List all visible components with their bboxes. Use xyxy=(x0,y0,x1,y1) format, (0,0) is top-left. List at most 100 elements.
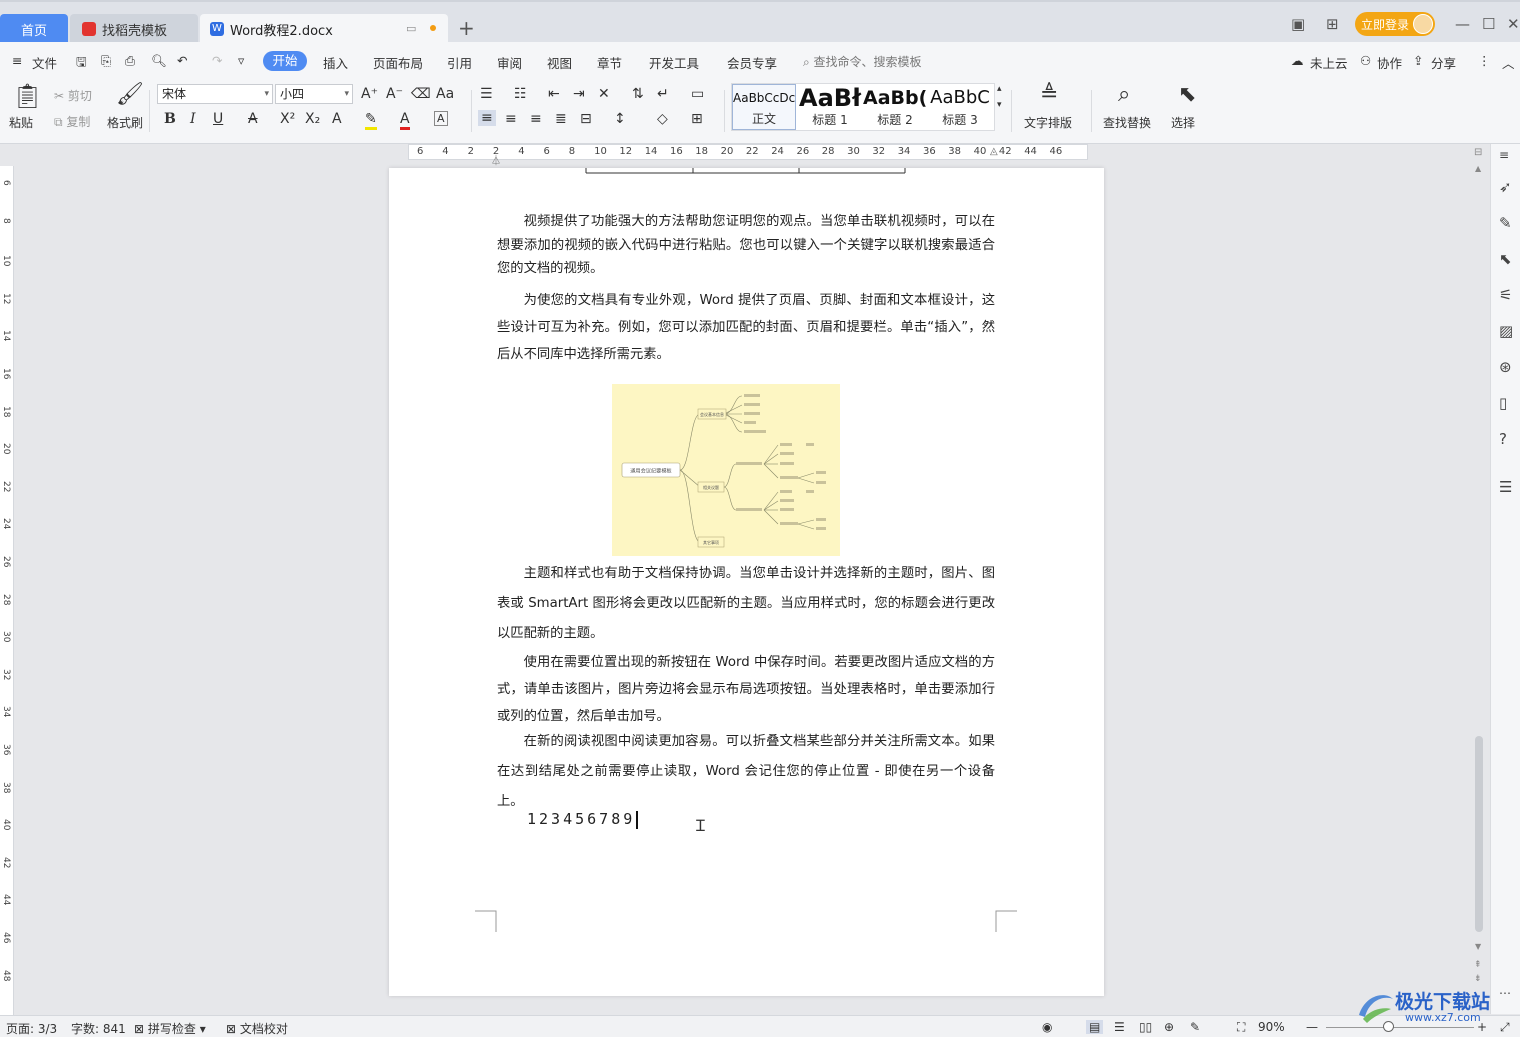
table-lines-icon[interactable]: ▭ xyxy=(691,86,704,102)
select-button[interactable]: 选择 xyxy=(1171,114,1195,131)
prev-page-icon[interactable]: ⇞ xyxy=(1474,960,1482,970)
apps-grid-icon[interactable]: ⊞ xyxy=(1326,15,1339,33)
doc-proof-button[interactable]: ⊠ 文档校对 xyxy=(226,1020,288,1037)
sort-icon[interactable]: ⇅ xyxy=(632,86,644,102)
menu-tab-review[interactable]: 审阅 xyxy=(497,53,522,72)
style-heading2[interactable]: AaBb( 标题 2 xyxy=(863,84,927,130)
login-button[interactable]: 立即登录 xyxy=(1355,12,1435,36)
indent-marker-icon[interactable]: ⏃ xyxy=(491,152,501,167)
underline-icon[interactable]: U xyxy=(213,111,223,127)
location-icon[interactable]: ⊛ xyxy=(1499,358,1512,376)
style-scroll-down-icon[interactable]: ▾ xyxy=(997,100,1002,110)
help-icon[interactable]: ? xyxy=(1499,430,1507,448)
char-border-icon[interactable]: A xyxy=(434,111,448,126)
new-tab-button[interactable]: + xyxy=(458,16,475,40)
toc-icon[interactable]: ☰ xyxy=(1499,478,1512,496)
horizontal-ruler[interactable]: 6 4 2 2 4 6 8 10 12 14 16 18 20 22 24 26 28 30 32 34 36 38 40 4… xyxy=(0,144,1490,167)
share-icon[interactable]: ⇪ xyxy=(1413,53,1423,68)
fit-page-icon[interactable]: ⛶ xyxy=(1237,1020,1245,1035)
style-heading1[interactable]: AaBł 标题 1 xyxy=(798,84,862,130)
decrease-indent-icon[interactable]: ⇤ xyxy=(548,86,560,102)
rocket-icon[interactable]: ➶ xyxy=(1499,178,1512,196)
outline-view-icon[interactable]: ☰ xyxy=(1114,1020,1125,1034)
scrollbar-thumb[interactable] xyxy=(1475,736,1483,932)
menu-tab-chapter[interactable]: 章节 xyxy=(597,53,622,72)
redo-icon[interactable]: ↷ xyxy=(212,53,222,68)
undo-icon[interactable]: ↶ xyxy=(177,53,187,68)
paragraph-3[interactable]: 主题和样式也有助于文档保持协调。当您单击设计并选择新的主题时，图片、图表或 Sm… xyxy=(497,559,995,649)
eye-protect-icon[interactable]: ◉ xyxy=(1042,1020,1052,1034)
menu-tab-devtools[interactable]: 开发工具 xyxy=(649,53,699,72)
font-size-select[interactable]: 小四 xyxy=(275,84,353,104)
paragraph-5[interactable]: 在新的阅读视图中阅读更加容易。可以折叠文档某些部分并关注所需文本。如果在达到结尾… xyxy=(497,727,995,817)
menu-tab-start[interactable]: 开始 xyxy=(263,51,307,71)
shading-icon[interactable]: ◇ xyxy=(657,111,668,127)
menu-tab-view[interactable]: 视图 xyxy=(547,53,572,72)
subscript-icon[interactable]: X₂ xyxy=(305,111,320,127)
cloud-status[interactable]: 未上云 xyxy=(1310,53,1348,72)
format-painter-icon[interactable]: 🖌︎ xyxy=(116,82,144,107)
minimize-icon[interactable]: — xyxy=(1455,15,1470,33)
highlight-icon[interactable]: ✎ xyxy=(365,111,377,130)
scroll-up-icon[interactable]: ▲ xyxy=(1475,164,1481,173)
monitor-icon[interactable]: ▭ xyxy=(406,22,416,35)
web-view-icon[interactable]: ⊕ xyxy=(1164,1020,1174,1034)
collab-icon[interactable]: ⚇ xyxy=(1360,53,1371,68)
superscript-icon[interactable]: X² xyxy=(280,111,295,127)
menu-tab-references[interactable]: 引用 xyxy=(447,53,472,72)
font-color-icon[interactable]: A xyxy=(400,111,410,130)
menu-file[interactable]: 文件 xyxy=(32,53,57,72)
style-heading3[interactable]: AaBbC 标题 3 xyxy=(928,84,992,130)
numbered-list-icon[interactable]: ☷ xyxy=(514,86,527,102)
align-right-icon[interactable]: ≡ xyxy=(530,111,542,127)
paragraph-1[interactable]: 视频提供了功能强大的方法帮助您证明您的观点。当您单击联机视频时，可以在想要添加的… xyxy=(497,210,995,281)
text-effect-icon[interactable]: A xyxy=(332,111,342,127)
pen-icon[interactable]: ✎ xyxy=(1499,214,1512,232)
italic-icon[interactable]: I xyxy=(190,111,196,127)
cut-button[interactable]: ✂ 剪切 xyxy=(54,87,92,104)
more-icon[interactable]: ⋮ xyxy=(1478,53,1491,68)
cursor-icon[interactable]: ⬉ xyxy=(1499,250,1512,268)
writing-mode-icon[interactable]: ✎ xyxy=(1190,1020,1200,1034)
tab-home[interactable]: 首页 xyxy=(0,14,68,44)
text-layout-icon[interactable]: ≜ xyxy=(1040,82,1058,107)
copy-button[interactable]: ⧉ 复制 xyxy=(54,113,90,130)
paste-icon[interactable]: 📋︎ xyxy=(12,82,42,110)
find-icon[interactable]: ⌕ xyxy=(1118,82,1130,107)
paragraph-4[interactable]: 使用在需要位置出现的新按钮在 Word 中保存时间。若要更改图片适应文档的方式，… xyxy=(497,649,995,730)
collab-button[interactable]: 协作 xyxy=(1377,53,1402,72)
text-layout-button[interactable]: 文字排版 xyxy=(1024,114,1072,131)
share-button[interactable]: 分享 xyxy=(1431,53,1456,72)
vertical-scrollbar[interactable]: ▲ ▼ ⇞ ⇟ xyxy=(1473,148,1485,1014)
select-cursor-icon[interactable]: ⬉ xyxy=(1178,82,1196,107)
word-count[interactable]: 字数: 841 xyxy=(71,1020,126,1037)
layout-icon[interactable]: ▣ xyxy=(1291,15,1305,33)
style-normal[interactable]: AaBbCcDc 正文 xyxy=(732,84,796,130)
scroll-down-icon[interactable]: ▼ xyxy=(1475,942,1481,951)
panel-menu-icon[interactable]: ≡ xyxy=(1499,148,1509,162)
zoom-level[interactable]: 90% xyxy=(1258,1020,1285,1034)
page-indicator[interactable]: 页面: 3/3 xyxy=(6,1020,57,1037)
align-center-icon[interactable]: ≡ xyxy=(505,111,517,127)
justify-icon[interactable]: ≣ xyxy=(555,111,567,127)
bold-icon[interactable]: B xyxy=(164,111,176,127)
menu-tab-insert[interactable]: 插入 xyxy=(323,53,348,72)
style-scroll-up-icon[interactable]: ▴ xyxy=(997,84,1002,94)
reading-view-icon[interactable]: ▯▯ xyxy=(1139,1020,1152,1034)
customize-chevron-icon[interactable]: ▿ xyxy=(238,53,244,68)
mindmap-image[interactable]: 通用会议纪要模板 会议基本信息 相关议题 其它事项 xyxy=(612,384,840,556)
document-page[interactable]: 视频提供了功能强大的方法帮助您证明您的观点。当您单击联机视频时，可以在想要添加的… xyxy=(389,168,1104,996)
print-icon[interactable]: ⎙ xyxy=(125,53,135,69)
right-indent-marker-icon[interactable]: ◬ xyxy=(990,146,998,157)
next-page-icon[interactable]: ⇟ xyxy=(1474,974,1482,984)
borders-icon[interactable]: ⊞ xyxy=(691,111,703,127)
export-pdf-icon[interactable]: ⎘ xyxy=(101,53,111,69)
book-icon[interactable]: ▯ xyxy=(1499,394,1507,412)
command-search[interactable]: ⌕ 查找命令、搜索模板 xyxy=(803,53,922,70)
zoom-out-icon[interactable]: — xyxy=(1306,1020,1318,1034)
maximize-icon[interactable]: ☐ xyxy=(1482,15,1495,33)
change-case-icon[interactable]: Aa xyxy=(436,86,454,102)
grow-font-icon[interactable]: A⁺ xyxy=(361,86,378,102)
format-painter-button[interactable]: 格式刷 xyxy=(107,114,143,131)
page-view-icon[interactable]: ▤ xyxy=(1086,1020,1104,1034)
